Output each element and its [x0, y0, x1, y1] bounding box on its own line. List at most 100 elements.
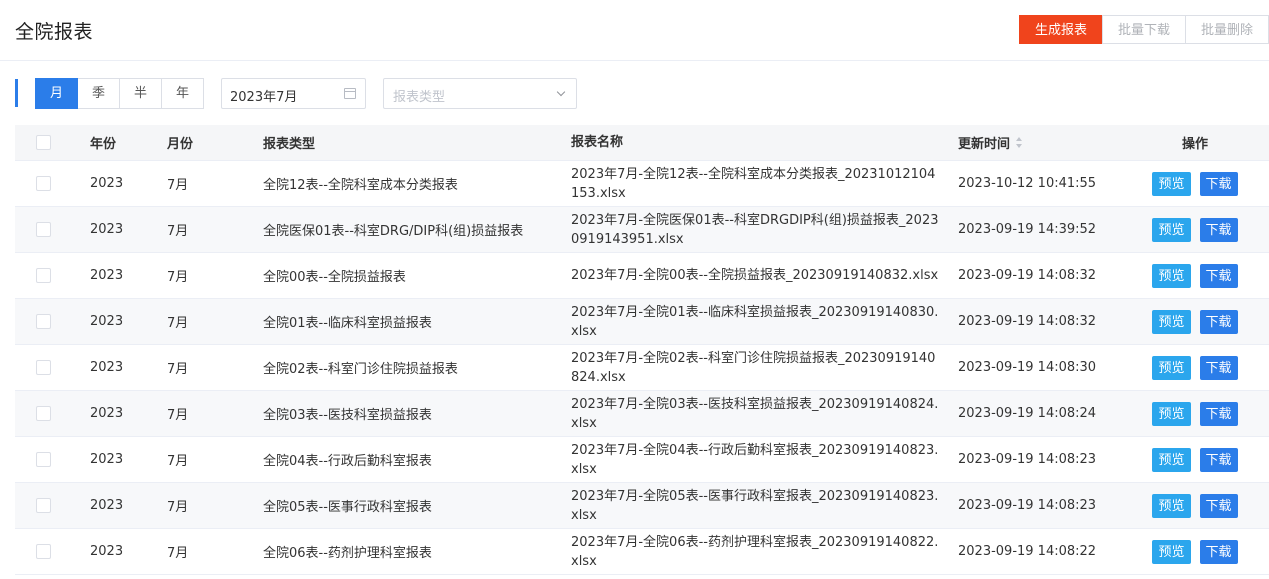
cell-actions: 预览 下载 [1120, 345, 1269, 390]
cell-month: 7月 [167, 270, 189, 285]
cell-year: 2023 [90, 222, 124, 237]
cell-year: 2023 [90, 498, 124, 513]
cell-year: 2023 [90, 452, 124, 467]
preview-button[interactable]: 预览 [1152, 447, 1191, 472]
batch-download-button[interactable]: 批量下载 [1101, 15, 1186, 44]
table-row: 2023 7月 全院00表--全院损益报表 2023年7月-全院00表--全院损益报表… [15, 253, 1269, 299]
generate-report-button[interactable]: 生成报表 [1018, 15, 1103, 44]
cell-updated-time: 2023-09-19 14:08:22 [958, 544, 1097, 559]
preview-button[interactable]: 预览 [1152, 171, 1191, 196]
row-checkbox[interactable] [36, 267, 51, 283]
batch-delete-button[interactable]: 批量删除 [1184, 15, 1269, 44]
download-button[interactable]: 下载 [1199, 539, 1238, 564]
cell-year: 2023 [90, 314, 124, 329]
column-header-updated[interactable]: 更新时间 [958, 125, 1023, 160]
period-year[interactable]: 年 [161, 78, 204, 109]
preview-button[interactable]: 预览 [1152, 539, 1191, 564]
report-type-select[interactable]: 报表类型 [383, 78, 577, 109]
download-button[interactable]: 下载 [1199, 263, 1238, 288]
table-body: 2023 7月 全院12表--全院科室成本分类报表 2023年7月-全院12表--全院… [15, 161, 1269, 575]
download-button[interactable]: 下载 [1199, 171, 1238, 196]
row-checkbox[interactable] [36, 359, 51, 375]
column-header-year: 年份 [90, 137, 117, 152]
column-header-name: 报表名称 [571, 135, 624, 150]
download-button[interactable]: 下载 [1199, 309, 1238, 334]
cell-actions: 预览 下载 [1120, 529, 1269, 574]
period-half-year[interactable]: 半 [119, 78, 162, 109]
cell-report-type: 全院05表--医事行政科室报表 [263, 500, 432, 515]
row-checkbox[interactable] [36, 543, 51, 559]
cell-updated-time: 2023-09-19 14:08:32 [958, 314, 1097, 329]
month-date-picker[interactable]: 2023年7月 [221, 78, 366, 109]
cell-year: 2023 [90, 544, 124, 559]
period-month[interactable]: 月 [35, 78, 78, 109]
table-row: 2023 7月 全院03表--医技科室损益报表 2023年7月-全院03表--医技科室… [15, 391, 1269, 437]
cell-report-type: 全院04表--行政后勤科室报表 [263, 454, 432, 469]
table-row: 2023 7月 全院05表--医事行政科室报表 2023年7月-全院05表--医事行政… [15, 483, 1269, 529]
cell-report-type: 全院01表--临床科室损益报表 [263, 316, 432, 331]
preview-button[interactable]: 预览 [1152, 217, 1191, 242]
cell-month: 7月 [167, 408, 189, 423]
cell-report-name: 2023年7月-全院医保01表--科室DRGDIP科(组)损益报表_202309… [571, 212, 939, 247]
cell-updated-time: 2023-09-19 14:08:23 [958, 498, 1097, 513]
cell-updated-time: 2023-09-19 14:08:23 [958, 452, 1097, 467]
page-header: 全院报表 生成报表 批量下载 批量删除 [0, 0, 1269, 61]
filter-bar: 月 季 半 年 2023年7月 报表类型 [0, 77, 1269, 110]
cell-month: 7月 [167, 362, 189, 377]
page-title: 全院报表 [15, 21, 94, 43]
cell-report-type: 全院02表--科室门诊住院损益报表 [263, 362, 458, 377]
download-button[interactable]: 下载 [1199, 493, 1238, 518]
cell-report-name: 2023年7月-全院03表--医技科室损益报表_20230919140824.x… [571, 396, 939, 431]
cell-actions: 预览 下载 [1120, 207, 1269, 252]
column-header-actions: 操作 [1181, 137, 1208, 152]
cell-report-name: 2023年7月-全院06表--药剂护理科室报表_20230919140822.x… [571, 534, 939, 569]
cell-month: 7月 [167, 454, 189, 469]
cell-report-type: 全院医保01表--科室DRG/DIP科(组)损益报表 [263, 224, 524, 239]
row-checkbox[interactable] [36, 497, 51, 513]
cell-report-type: 全院03表--医技科室损益报表 [263, 408, 432, 423]
row-checkbox[interactable] [36, 221, 51, 237]
preview-button[interactable]: 预览 [1152, 263, 1191, 288]
table-row: 2023 7月 全院06表--药剂护理科室报表 2023年7月-全院06表--药剂护理… [15, 529, 1269, 575]
preview-button[interactable]: 预览 [1152, 401, 1191, 426]
row-checkbox[interactable] [36, 313, 51, 329]
row-checkbox[interactable] [36, 405, 51, 421]
cell-updated-time: 2023-09-19 14:08:32 [958, 268, 1097, 283]
preview-button[interactable]: 预览 [1152, 355, 1191, 380]
calendar-icon [344, 88, 356, 99]
cell-actions: 预览 下载 [1120, 299, 1269, 344]
cell-month: 7月 [167, 224, 189, 239]
reports-table: 年份 月份 报表类型 报表名称 更新时间 操作 2023 7月 全院12表--全院科… [15, 125, 1269, 575]
section-accent [15, 79, 18, 107]
table-header-row: 年份 月份 报表类型 报表名称 更新时间 操作 [15, 125, 1269, 161]
cell-month: 7月 [167, 500, 189, 515]
cell-updated-time: 2023-09-19 14:39:52 [958, 222, 1097, 237]
period-quarter[interactable]: 季 [77, 78, 120, 109]
download-button[interactable]: 下载 [1199, 401, 1238, 426]
report-type-placeholder: 报表类型 [393, 90, 446, 105]
cell-report-type: 全院06表--药剂护理科室报表 [263, 546, 432, 561]
select-all-checkbox[interactable] [36, 134, 51, 150]
cell-report-type: 全院00表--全院损益报表 [263, 270, 406, 285]
cell-year: 2023 [90, 406, 124, 421]
cell-month: 7月 [167, 546, 189, 561]
table-row: 2023 7月 全院04表--行政后勤科室报表 2023年7月-全院04表--行政后勤… [15, 437, 1269, 483]
sort-icon[interactable] [1016, 137, 1023, 148]
cell-report-name: 2023年7月-全院01表--临床科室损益报表_20230919140830.x… [571, 304, 939, 339]
row-checkbox[interactable] [36, 451, 51, 467]
cell-actions: 预览 下载 [1120, 391, 1269, 436]
cell-report-name: 2023年7月-全院02表--科室门诊住院损益报表_20230919140824… [571, 350, 936, 385]
table-row: 2023 7月 全院12表--全院科室成本分类报表 2023年7月-全院12表--全院… [15, 161, 1269, 207]
row-checkbox[interactable] [36, 175, 51, 191]
column-header-month: 月份 [167, 137, 194, 152]
download-button[interactable]: 下载 [1199, 447, 1238, 472]
download-button[interactable]: 下载 [1199, 217, 1238, 242]
cell-year: 2023 [90, 268, 124, 283]
preview-button[interactable]: 预览 [1152, 309, 1191, 334]
download-button[interactable]: 下载 [1199, 355, 1238, 380]
cell-actions: 预览 下载 [1120, 253, 1269, 298]
cell-updated-time: 2023-09-19 14:08:30 [958, 360, 1097, 375]
preview-button[interactable]: 预览 [1152, 493, 1191, 518]
cell-report-name: 2023年7月-全院00表--全院损益报表_20230919140832.xls… [571, 268, 939, 283]
cell-actions: 预览 下载 [1120, 437, 1269, 482]
